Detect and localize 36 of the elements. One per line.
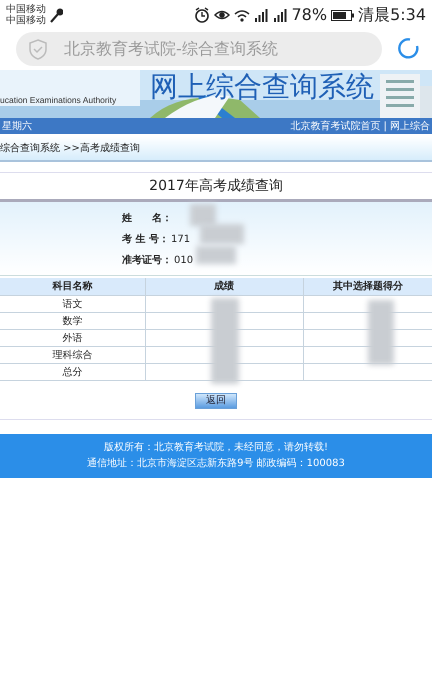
panel-title: 2017年高考成绩查询 <box>149 176 283 196</box>
table-cell: 外语 <box>0 330 145 346</box>
field-value: 010 <box>174 254 194 268</box>
column-header: 成绩 <box>145 278 303 296</box>
battery-icon <box>331 8 354 22</box>
field-label: 考 生 号： <box>122 232 169 247</box>
date-text: 星期六 <box>2 120 32 134</box>
field-label: 姓 名： <box>122 212 172 226</box>
field-value: 171 <box>170 233 190 247</box>
signal-icon <box>254 8 268 22</box>
table-cell: 数学 <box>0 312 145 330</box>
page-title: 北京教育考试院-综合查询系统 <box>64 38 278 60</box>
column-header: 科目名称 <box>0 278 145 296</box>
alarm-icon <box>194 7 210 23</box>
address-bar[interactable]: 北京教育考试院-综合查询系统 <box>16 32 382 66</box>
nav-link[interactable]: 北京教育考试院首页 | 网上综合 <box>290 118 430 134</box>
column-header: 其中选择题得分 <box>303 278 432 296</box>
back-button[interactable]: 返回 <box>195 393 237 409</box>
field-label: 准考证号： <box>122 254 172 268</box>
banner-subtitle: ucation Examinations Authority <box>0 94 116 107</box>
table-cell: 语文 <box>0 296 145 312</box>
shield-icon <box>28 38 48 60</box>
carrier-name: 中国移动 <box>6 4 46 15</box>
signal-icon <box>272 8 288 22</box>
footer-text: 版权所有：北京教育考试院，未经同意，请勿转载! <box>104 440 328 455</box>
clock-time: 清晨5:34 <box>358 4 426 26</box>
carrier-name: 中国移动 <box>6 15 46 26</box>
table-cell: 总分 <box>0 364 145 380</box>
table-cell: 理科综合 <box>0 346 145 364</box>
wifi-icon <box>234 8 250 22</box>
key-icon <box>49 8 63 22</box>
battery-percent: 78% <box>292 4 328 26</box>
footer-text: 通信地址：北京市海淀区志新东路9号 邮政编码：100083 <box>87 456 345 471</box>
breadcrumb-text: 综合查询系统 >>高考成绩查询 <box>0 142 140 156</box>
banner-title: 网上综合查询系统 <box>150 70 374 104</box>
redaction-blur <box>196 246 236 264</box>
